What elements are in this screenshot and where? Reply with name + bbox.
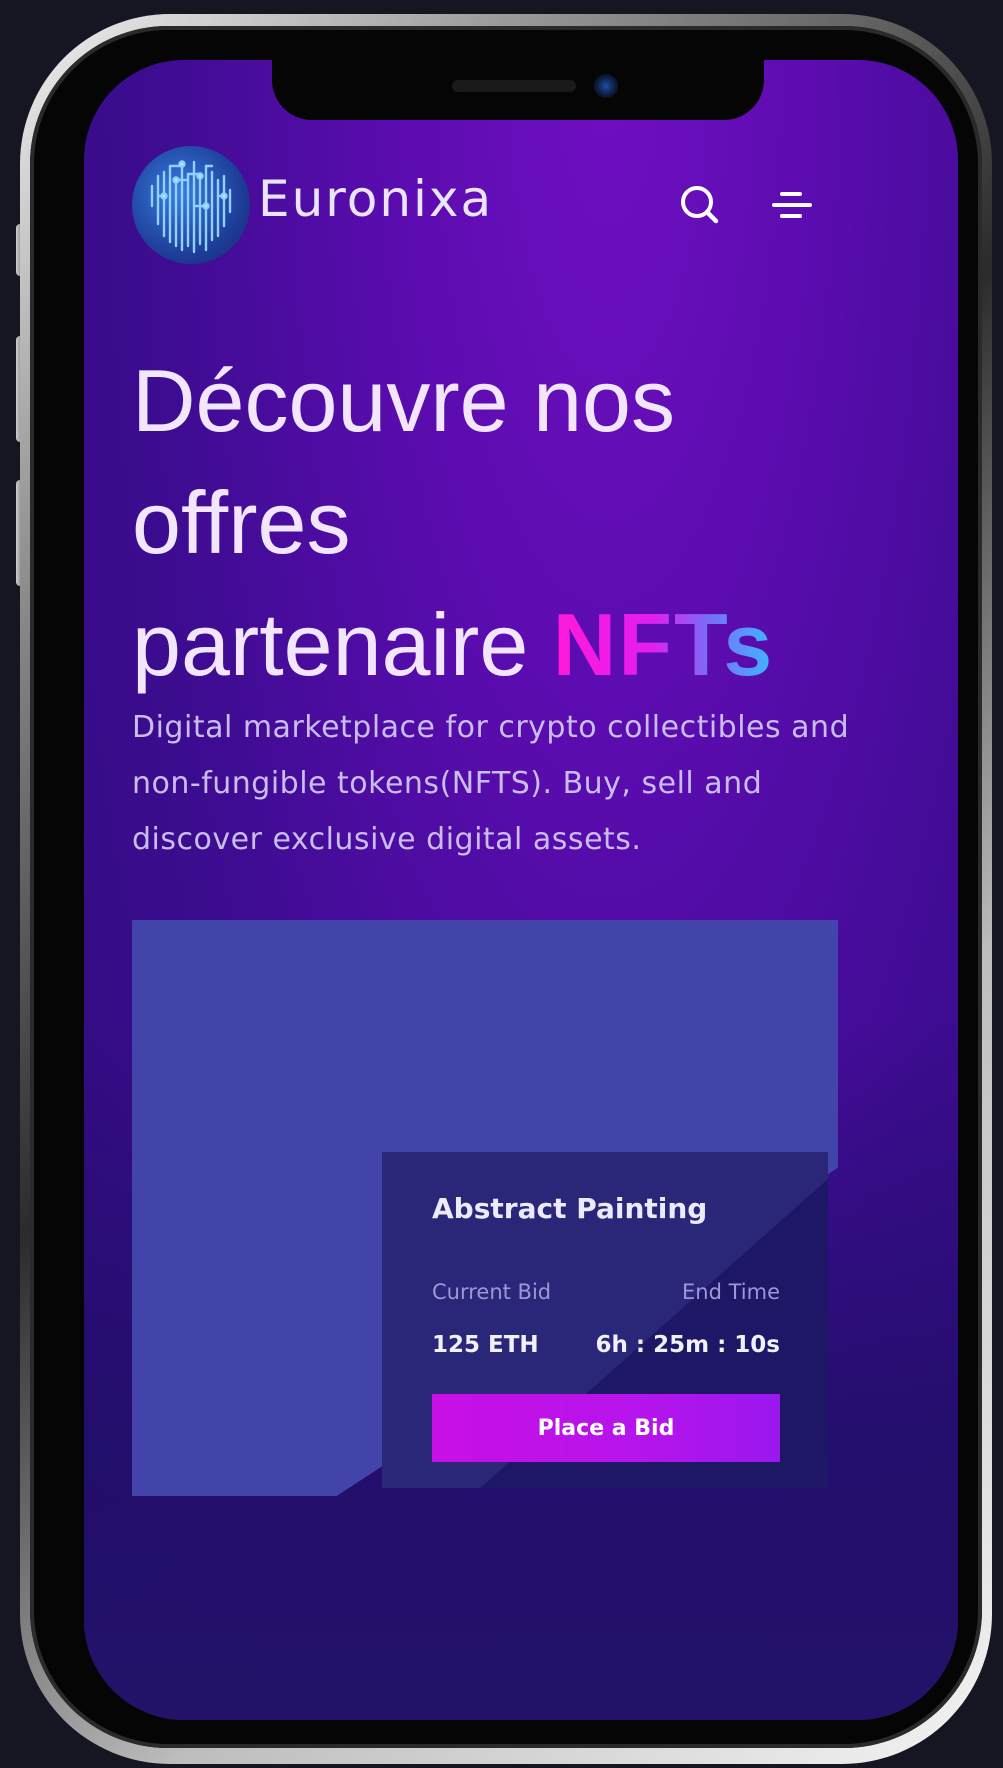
place-bid-button[interactable]: Place a Bid	[432, 1394, 780, 1462]
speaker-grille	[452, 80, 576, 92]
notch	[272, 60, 764, 120]
brand-name[interactable]: Euronixa	[258, 170, 493, 228]
end-time-label: End Time	[682, 1280, 780, 1304]
front-camera	[594, 74, 618, 98]
search-button[interactable]	[672, 178, 728, 234]
phone-screen: Euronixa Découvre nos offres partenaire	[84, 60, 958, 1720]
hero-title-line-1: Découvre nos	[132, 351, 675, 450]
hero-title: Découvre nos offres partenaire NFTs	[132, 340, 922, 706]
auction-card: Abstract Painting Current Bid End Time 1…	[382, 1152, 828, 1488]
hero-description: Digital marketplace for crypto collectib…	[132, 710, 850, 857]
menu-icon	[772, 192, 812, 218]
hero-title-line-2: offres	[132, 473, 351, 572]
current-bid-label: Current Bid	[432, 1280, 552, 1304]
end-time-value: 6h : 25m : 10s	[595, 1332, 780, 1358]
menu-button[interactable]	[764, 178, 820, 234]
hero-title-line-3: partenaire	[132, 595, 529, 694]
device-mockup: Euronixa Découvre nos offres partenaire	[0, 0, 1003, 1768]
artwork-title[interactable]: Abstract Painting	[432, 1192, 707, 1225]
hero-title-highlight: NFTs	[552, 595, 775, 694]
logo-icon[interactable]	[132, 146, 250, 264]
circuit-fingerprint-logo-icon	[150, 160, 232, 254]
current-bid-value: 125 ETH	[432, 1332, 539, 1358]
search-icon	[681, 186, 719, 224]
